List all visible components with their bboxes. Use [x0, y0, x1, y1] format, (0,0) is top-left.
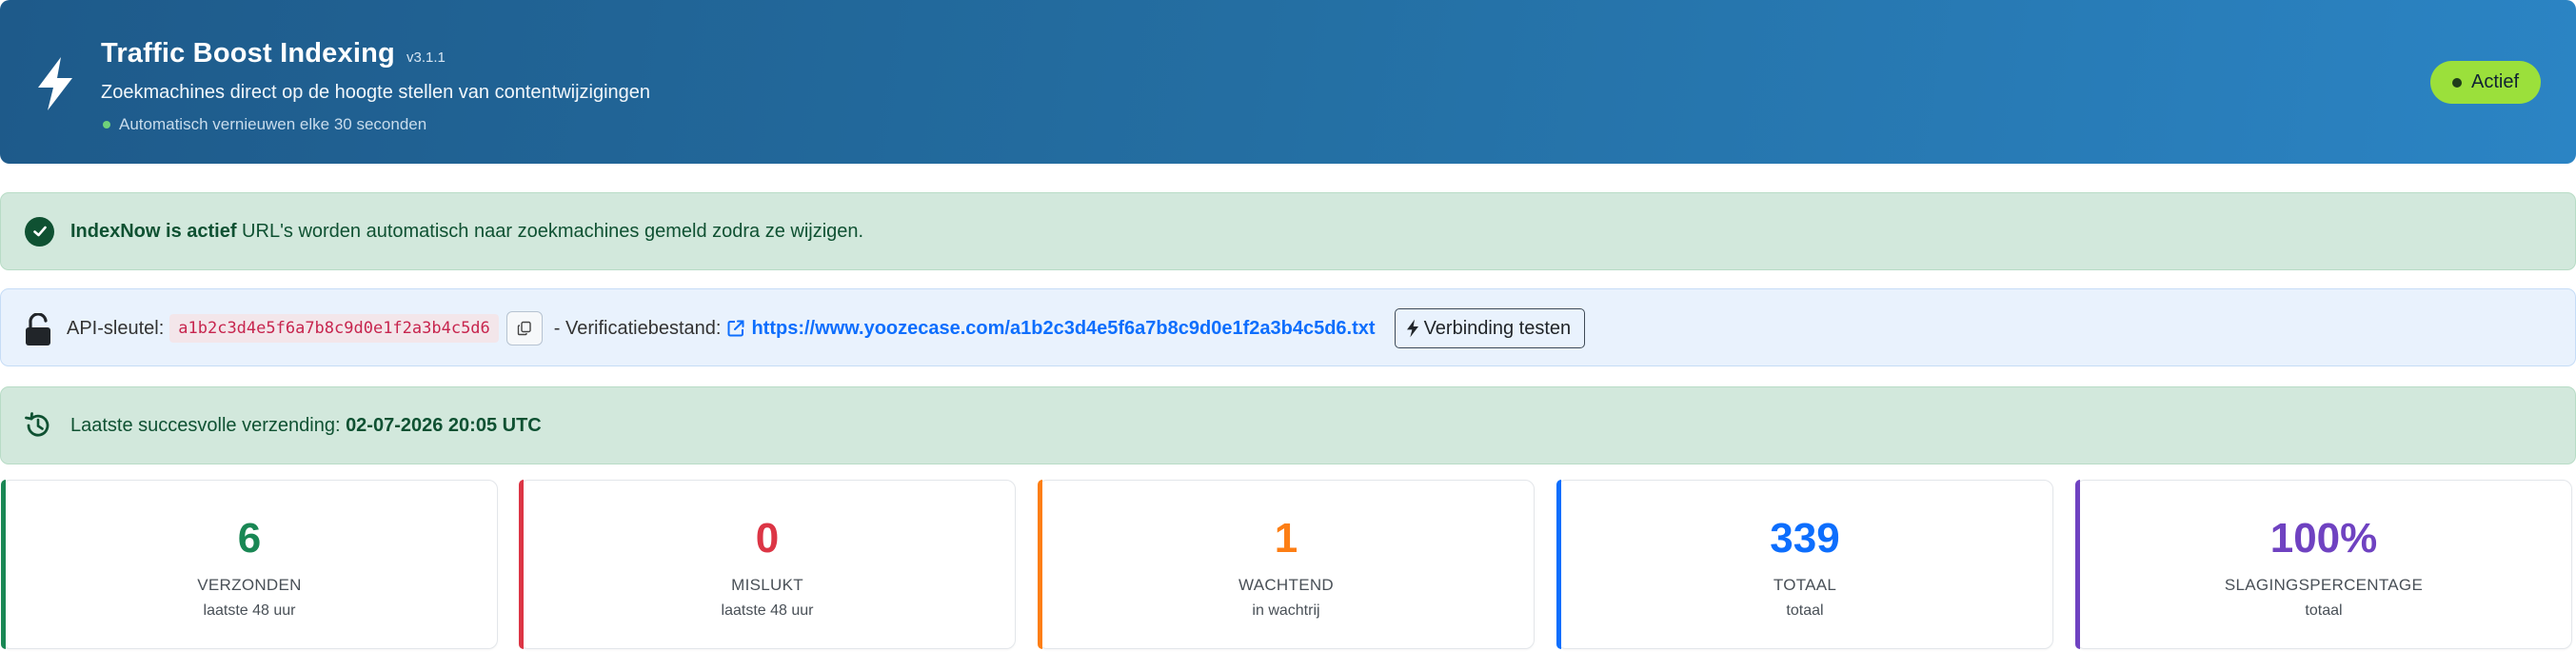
stat-card-success-rate: 100% SLAGINGSPERCENTAGE totaal [2075, 480, 2572, 649]
api-key-panel: API-sleutel: a1b2c3d4e5f6a7b8c9d0e1f2a3b… [0, 288, 2576, 366]
history-icon [25, 412, 50, 437]
stat-value: 1 [1274, 515, 1298, 562]
last-submission-value: 02-07-2026 20:05 UTC [346, 414, 542, 436]
status-dot-icon [2451, 77, 2462, 88]
last-submission-label: Laatste succesvolle verzending: [70, 414, 347, 436]
refresh-dot-icon [103, 121, 110, 128]
lock-open-icon [26, 313, 50, 345]
test-connection-button[interactable]: Verbinding testen [1394, 308, 1586, 348]
stat-subtext: totaal [2305, 602, 2343, 619]
api-key-label: API-sleutel: [67, 317, 165, 339]
app-title: Traffic Boost Indexing [101, 38, 395, 69]
copy-icon [517, 321, 531, 336]
copy-key-button[interactable] [505, 311, 543, 345]
stat-card-accent [1038, 480, 1042, 649]
verification-file-link[interactable]: https://www.yoozecase.com/a1b2c3d4e5f6a7… [751, 318, 1375, 340]
test-connection-label: Verbinding testen [1423, 317, 1572, 339]
app-subtitle: Zoekmachines direct op de hoogte stellen… [101, 82, 651, 103]
status-badge-label: Actief [2470, 71, 2520, 92]
stat-subtext: laatste 48 uur [203, 602, 296, 619]
stat-value: 100% [2269, 515, 2378, 562]
stat-label: VERZONDEN [197, 576, 302, 594]
app-version: v3.1.1 [406, 49, 446, 66]
stat-value: 6 [237, 515, 262, 562]
app-header: Traffic Boost Indexing v3.1.1 Zoekmachin… [0, 0, 2576, 164]
bolt-icon [38, 57, 72, 110]
stat-card-accent [2075, 480, 2080, 649]
stat-label: TOTAAL [1773, 576, 1837, 594]
stat-label: WACHTEND [1238, 576, 1334, 594]
stat-card-sent: 6 VERZONDEN laatste 48 uur [1, 480, 498, 649]
auto-refresh-indicator: Automatisch vernieuwen elke 30 seconden [103, 115, 426, 134]
stat-card-accent [1, 480, 6, 649]
bolt-icon [1406, 319, 1418, 338]
indexnow-status-bold: IndexNow is actief [70, 220, 237, 242]
verification-label: - Verificatiebestand: [553, 317, 722, 339]
stat-value: 0 [755, 515, 780, 562]
stat-label: SLAGINGSPERCENTAGE [2224, 576, 2424, 594]
stat-label: MISLUKT [731, 576, 803, 594]
stat-subtext: laatste 48 uur [721, 602, 814, 619]
stat-card-accent [1556, 480, 1561, 649]
api-key-row: API-sleutel: a1b2c3d4e5f6a7b8c9d0e1f2a3b… [67, 289, 1586, 367]
api-key-value: a1b2c3d4e5f6a7b8c9d0e1f2a3b4c5d6 [169, 314, 499, 343]
stat-subtext: in wachtrij [1252, 602, 1320, 619]
stat-card-accent [519, 480, 524, 649]
indexnow-status-alert: IndexNow is actief URL's worden automati… [0, 192, 2576, 270]
stat-card-total: 339 TOTAAL totaal [1556, 480, 2053, 649]
auto-refresh-text: Automatisch vernieuwen elke 30 seconden [119, 115, 427, 133]
stat-value: 339 [1770, 515, 1840, 562]
indexnow-status-text: IndexNow is actief URL's worden automati… [70, 221, 863, 243]
status-badge: Actief [2430, 61, 2541, 104]
stat-subtext: totaal [1786, 602, 1824, 619]
last-submission-alert: Laatste succesvolle verzending: 02-07-20… [0, 386, 2576, 464]
last-submission-text: Laatste succesvolle verzending: 02-07-20… [70, 415, 542, 437]
check-circle-icon [25, 216, 54, 247]
external-link-icon [727, 320, 744, 337]
indexnow-status-description: URL's worden automatisch naar zoekmachin… [236, 220, 864, 242]
stat-card-failed: 0 MISLUKT laatste 48 uur [519, 480, 1016, 649]
stat-card-pending: 1 WACHTEND in wachtrij [1038, 480, 1535, 649]
